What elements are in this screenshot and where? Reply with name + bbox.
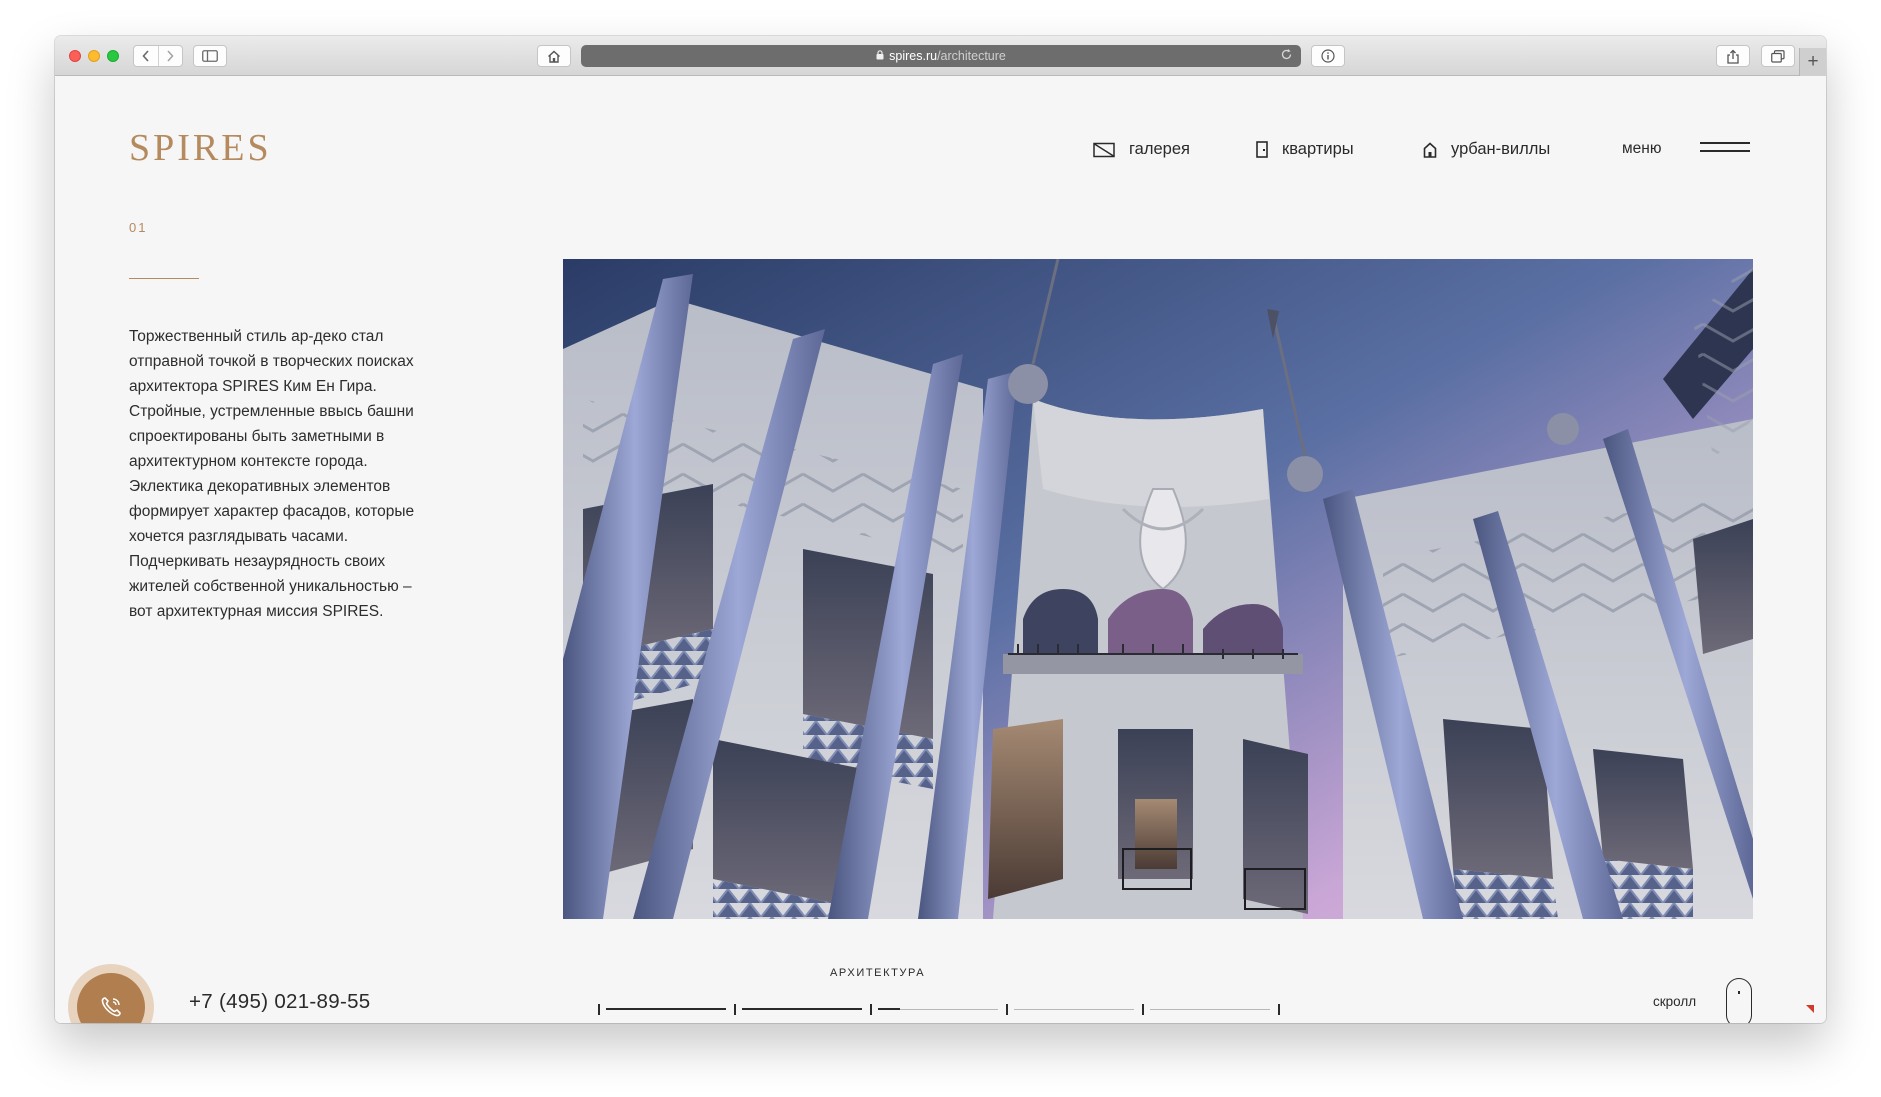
progress-tick[interactable] [1006, 1004, 1008, 1015]
gallery-icon [1093, 142, 1115, 158]
chevron-left-icon [142, 50, 149, 62]
section-label: АРХИТЕКТУРА [830, 967, 926, 979]
info-icon [1321, 49, 1335, 63]
reload-icon[interactable] [1280, 48, 1293, 64]
accent-divider [129, 278, 199, 279]
address-bar[interactable]: spires.ru/architecture [581, 45, 1301, 67]
reader-info-button[interactable] [1311, 45, 1345, 67]
progress-tick[interactable] [734, 1004, 736, 1015]
progress-segment [1014, 1009, 1134, 1010]
zoom-window-button[interactable] [107, 50, 119, 62]
tabs-icon [1771, 49, 1785, 63]
progress-tick[interactable] [1142, 1004, 1144, 1015]
slide-number: 01 [129, 220, 148, 235]
site-logo[interactable]: SPIRES [129, 126, 272, 170]
architecture-description: Торжественный стиль ар-деко стал отправн… [129, 328, 415, 620]
url-host: spires.ru [889, 49, 938, 63]
minimize-window-button[interactable] [88, 50, 100, 62]
nav-item-apartments[interactable]: квартиры [1256, 140, 1354, 159]
call-button[interactable] [68, 964, 154, 1023]
home-button[interactable] [537, 45, 571, 67]
progress-segment [900, 1009, 998, 1010]
progress-segment [742, 1008, 862, 1010]
share-icon [1727, 49, 1739, 64]
house-icon [1423, 141, 1437, 158]
chevron-right-icon [167, 50, 175, 62]
share-button[interactable] [1716, 45, 1750, 67]
architecture-photo [563, 259, 1753, 919]
close-window-button[interactable] [69, 50, 81, 62]
menu-label[interactable]: меню [1622, 140, 1661, 158]
new-tab-button[interactable]: + [1799, 48, 1826, 76]
forward-button[interactable] [157, 46, 182, 66]
door-icon [1256, 141, 1268, 158]
nav-item-label: квартиры [1282, 140, 1354, 158]
home-icon [548, 50, 560, 63]
browser-toolbar: spires.ru/architecture + [55, 36, 1826, 76]
corner-marker [1806, 1005, 1814, 1013]
tabs-overview-button[interactable] [1761, 45, 1795, 67]
progress-segment-current [878, 1008, 900, 1010]
lock-icon [876, 49, 884, 63]
progress-tick[interactable] [1278, 1004, 1280, 1015]
phone-icon [101, 997, 121, 1017]
progress-segment [1150, 1009, 1270, 1010]
phone-number[interactable]: +7 (495) 021-89-55 [189, 990, 370, 1014]
history-nav [133, 45, 183, 67]
nav-item-label: галерея [1129, 140, 1190, 158]
call-button-inner[interactable] [77, 973, 145, 1023]
nav-item-urban-villas[interactable]: урбан-виллы [1423, 140, 1550, 159]
url-path: /architecture [937, 49, 1006, 63]
progress-tick[interactable] [870, 1004, 872, 1015]
progress-segment [606, 1008, 726, 1010]
mouse-scroll-icon[interactable] [1726, 978, 1752, 1023]
hamburger-menu-icon[interactable] [1700, 142, 1750, 156]
back-button[interactable] [134, 46, 158, 66]
nav-item-label: урбан-виллы [1451, 140, 1551, 158]
progress-tick[interactable] [598, 1004, 600, 1015]
scroll-label: скролл [1653, 994, 1697, 1009]
nav-item-gallery[interactable]: галерея [1093, 140, 1190, 159]
section-progress[interactable] [598, 1003, 1284, 1017]
browser-window: spires.ru/architecture + SPIRES галерея [55, 36, 1826, 1023]
web-page: SPIRES галерея квартиры урбан-виллы меню… [55, 76, 1826, 1023]
sidebar-icon [202, 50, 218, 62]
sidebar-toggle-button[interactable] [193, 45, 227, 67]
